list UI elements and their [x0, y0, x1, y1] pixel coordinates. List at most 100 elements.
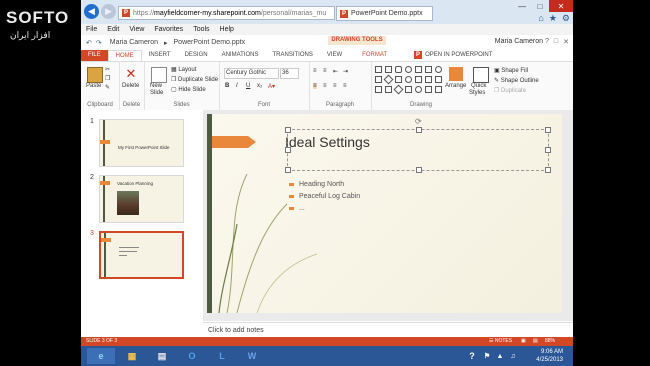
slide-title[interactable]: Ideal Settings — [285, 134, 370, 150]
quick-styles-label-1[interactable]: Quick — [471, 83, 486, 89]
tab-home[interactable]: HOME — [107, 49, 142, 62]
rectangle-shape-icon[interactable] — [425, 76, 432, 83]
lync-icon[interactable]: L — [211, 348, 233, 364]
resize-handle[interactable] — [545, 167, 551, 173]
quick-styles-icon[interactable] — [473, 67, 489, 83]
delete-button[interactable]: Delete — [122, 83, 139, 89]
italic-icon[interactable]: I — [236, 83, 238, 89]
resize-handle[interactable] — [545, 147, 551, 153]
tab-insert[interactable]: INSERT — [142, 50, 178, 61]
menu-file[interactable]: File — [86, 26, 97, 33]
shape-outline-button[interactable]: ✎ Shape Outline — [494, 77, 539, 84]
bullet-item[interactable]: Peaceful Log Cabin — [289, 193, 360, 200]
paste-icon[interactable] — [87, 67, 103, 83]
hide-slide-button[interactable]: ▢ Hide Slide — [171, 86, 206, 93]
browser-tab[interactable]: P PowerPoint Demo.pptx — [336, 6, 433, 21]
menu-view[interactable]: View — [129, 26, 144, 33]
copy-icon[interactable]: ❐ — [105, 75, 110, 82]
menu-tools[interactable]: Tools — [193, 26, 209, 33]
tab-animations[interactable]: ANIMATIONS — [215, 50, 266, 61]
resize-handle[interactable] — [416, 127, 422, 133]
increase-indent-icon[interactable]: ⇥ — [343, 68, 348, 75]
rectangle-shape-icon[interactable] — [405, 86, 412, 93]
duplicate-shape-button[interactable]: ❐ Duplicate — [494, 87, 526, 94]
current-slide[interactable]: ⟳ Ideal Settings Heading North Peaceful … — [207, 114, 562, 313]
font-color-icon[interactable]: A▾ — [268, 83, 275, 90]
oval-shape-icon[interactable] — [405, 76, 412, 83]
bullet-item[interactable]: ... — [289, 205, 305, 212]
favorites-star-icon[interactable]: ★ — [549, 13, 557, 24]
numbering-icon[interactable]: ≡ — [323, 68, 327, 74]
help-icon[interactable]: ? — [466, 348, 478, 364]
rectangle-shape-icon[interactable] — [415, 66, 422, 73]
font-size-select[interactable]: 36 — [280, 68, 299, 79]
align-right-icon[interactable]: ≡ — [333, 83, 337, 89]
diamond-shape-icon[interactable] — [393, 84, 404, 95]
onenote-icon[interactable]: ▤ — [151, 348, 173, 364]
new-slide-label-2[interactable]: Slide — [150, 90, 163, 96]
menu-edit[interactable]: Edit — [107, 26, 119, 33]
layout-button[interactable]: ▦ Layout — [171, 66, 196, 73]
rectangle-shape-icon[interactable] — [385, 86, 392, 93]
delete-icon[interactable]: ✕ — [124, 67, 138, 81]
internet-explorer-icon[interactable]: e — [87, 348, 115, 364]
close-doc-icon[interactable]: ✕ — [563, 38, 569, 46]
forward-button[interactable]: ▶ — [101, 4, 116, 19]
rectangle-shape-icon[interactable] — [395, 76, 402, 83]
network-icon[interactable]: ▲ — [494, 348, 506, 364]
tab-transitions[interactable]: TRANSITIONS — [265, 50, 319, 61]
rectangle-shape-icon[interactable] — [385, 66, 392, 73]
oval-shape-icon[interactable] — [405, 66, 412, 73]
quick-styles-label-2[interactable]: Styles — [469, 90, 485, 96]
cut-icon[interactable]: ✂ — [105, 66, 110, 73]
rectangle-shape-icon[interactable] — [375, 86, 382, 93]
zoom-level[interactable]: 88% — [545, 337, 555, 346]
address-bar[interactable]: P https://mayfieldcorner-my.sharepoint.c… — [118, 6, 335, 20]
restore-icon[interactable]: □ — [554, 38, 558, 46]
arrange-icon[interactable] — [449, 67, 463, 81]
notes-pane[interactable]: Click to add notes — [203, 322, 573, 337]
tab-file[interactable]: FILE — [81, 50, 108, 61]
resize-handle[interactable] — [545, 127, 551, 133]
menu-help[interactable]: Help — [220, 26, 234, 33]
rectangle-shape-icon[interactable] — [375, 76, 382, 83]
subscript-icon[interactable]: x₂ — [257, 83, 262, 89]
circle-shape-icon[interactable] — [435, 66, 442, 73]
tab-design[interactable]: DESIGN — [178, 50, 215, 61]
rectangle-shape-icon[interactable] — [425, 86, 432, 93]
new-slide-label-1[interactable]: New — [150, 83, 162, 89]
minimize-icon[interactable]: — — [513, 0, 531, 12]
undo-icon[interactable]: ↶ — [86, 39, 92, 47]
bullet-item[interactable]: Heading North — [289, 181, 344, 188]
tab-format[interactable]: FORMAT — [355, 50, 394, 61]
close-icon[interactable]: ✕ — [549, 0, 573, 12]
justify-icon[interactable]: ≡ — [343, 83, 347, 89]
reading-view-icon[interactable]: ▤ — [533, 337, 538, 346]
help-icon[interactable]: ? — [545, 38, 549, 46]
outlook-icon[interactable]: O — [181, 348, 203, 364]
bold-icon[interactable]: B — [225, 83, 229, 89]
duplicate-slide-button[interactable]: ❐ Duplicate Slide — [171, 76, 218, 83]
word-icon[interactable]: W — [241, 348, 263, 364]
maximize-icon[interactable]: □ — [531, 0, 549, 12]
shape-fill-button[interactable]: ▣ Shape Fill — [494, 67, 528, 74]
format-painter-icon[interactable]: ✎ — [105, 84, 110, 91]
font-name-select[interactable]: Century Gothic — [224, 68, 279, 79]
diamond-shape-icon[interactable] — [383, 74, 394, 85]
rectangle-shape-icon[interactable] — [435, 76, 442, 83]
resize-handle[interactable] — [285, 127, 291, 133]
new-slide-icon[interactable] — [151, 67, 167, 83]
tab-view[interactable]: VIEW — [320, 50, 349, 61]
rectangle-shape-icon[interactable] — [425, 66, 432, 73]
notes-toggle[interactable]: ☰ NOTES — [489, 337, 512, 346]
bullets-icon[interactable]: ≡ — [313, 68, 317, 74]
rotate-handle-icon[interactable]: ⟳ — [415, 117, 422, 126]
menu-favorites[interactable]: Favorites — [154, 26, 183, 33]
back-button[interactable]: ◀ — [84, 4, 99, 19]
resize-handle[interactable] — [285, 167, 291, 173]
align-center-icon[interactable]: ≡ — [323, 83, 327, 89]
redo-icon[interactable]: ↷ — [96, 39, 102, 47]
tab-open-in-powerpoint[interactable]: P OPEN IN POWERPOINT — [404, 50, 499, 61]
user-name[interactable]: Maria Cameron — [495, 38, 543, 45]
breadcrumb-owner[interactable]: Maria Cameron — [110, 39, 158, 46]
